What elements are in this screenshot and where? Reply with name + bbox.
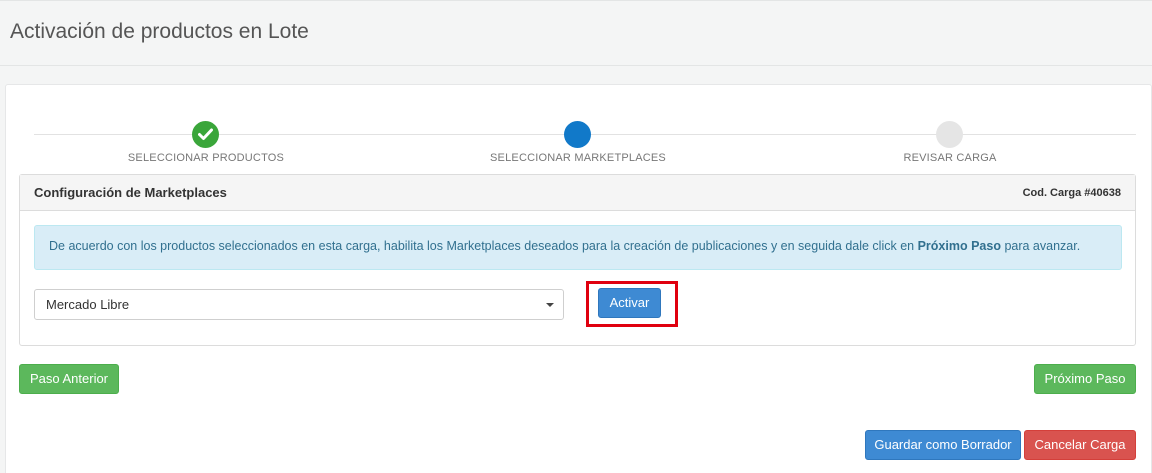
marketplaces-panel: Configuración de Marketplaces Cod. Carga… [19, 174, 1136, 346]
step-2-label: SELECCIONAR MARKETPLACES [490, 152, 666, 164]
step-3-pending-indicator [936, 121, 963, 148]
info-text: De acuerdo con los productos seleccionad… [49, 239, 918, 253]
save-draft-button[interactable]: Guardar como Borrador [865, 430, 1021, 460]
previous-step-button[interactable]: Paso Anterior [19, 364, 119, 394]
activate-button[interactable]: Activar [598, 288, 661, 318]
step-2-current-indicator [564, 121, 591, 148]
check-icon [198, 128, 213, 140]
step-3-label: REVISAR CARGA [903, 152, 997, 164]
marketplace-select-value: Mercado Libre [46, 297, 130, 312]
next-step-button[interactable]: Próximo Paso [1034, 364, 1136, 394]
step-1-complete-indicator [192, 121, 219, 148]
info-alert: De acuerdo con los productos seleccionad… [34, 225, 1122, 270]
step-1-label: SELECCIONAR PRODUCTOS [127, 152, 285, 164]
info-text-end: para avanzar. [1000, 239, 1081, 253]
page-title: Activación de productos en Lote [10, 20, 309, 43]
marketplace-select[interactable]: Mercado Libre [34, 289, 564, 320]
page-header: Activación de productos en Lote [0, 0, 1152, 66]
upload-code: Cod. Carga #40638 [1022, 187, 1121, 199]
cancel-upload-button[interactable]: Cancelar Carga [1024, 430, 1136, 460]
caret-down-icon [546, 303, 554, 307]
panel-heading: Configuración de Marketplaces Cod. Carga… [20, 175, 1135, 211]
info-text-next-step: Próximo Paso [917, 239, 1001, 253]
panel-title: Configuración de Marketplaces [34, 185, 227, 200]
